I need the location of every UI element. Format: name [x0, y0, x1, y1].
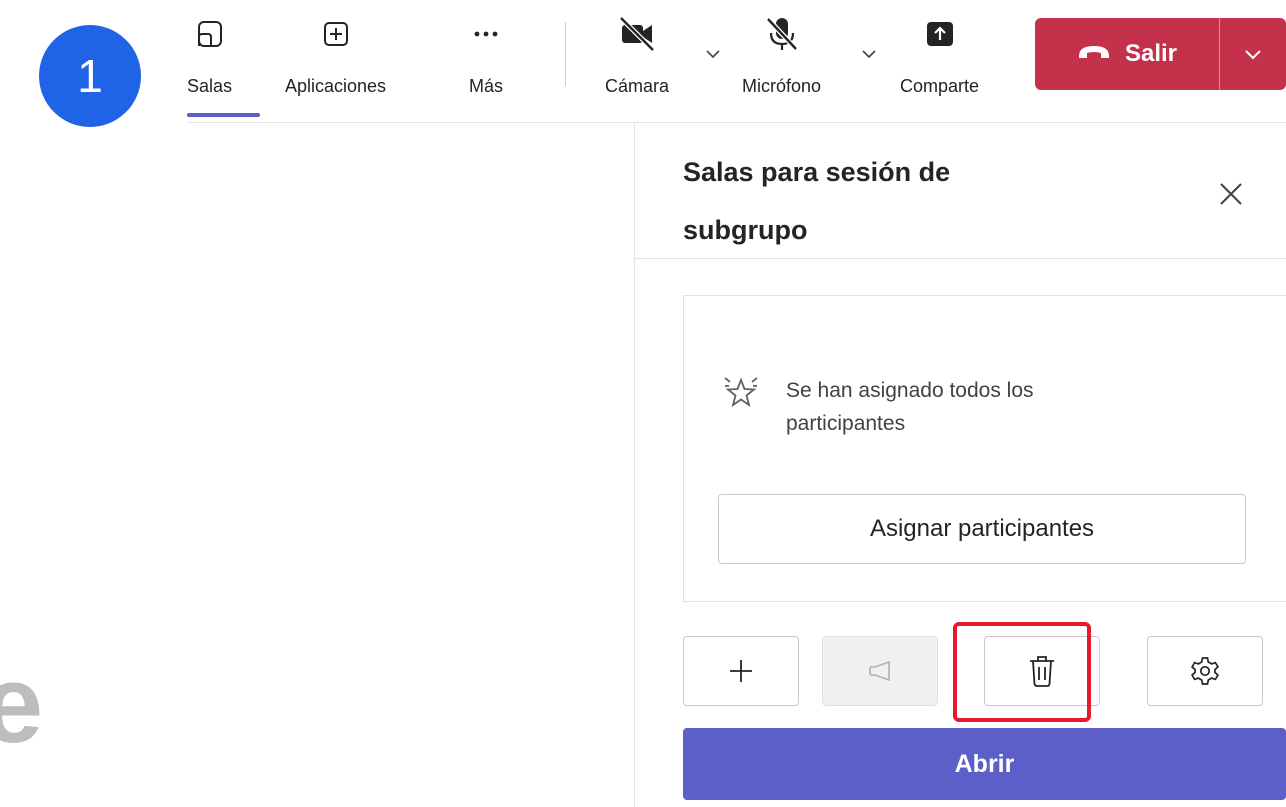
- open-rooms-button[interactable]: Abrir: [683, 728, 1286, 800]
- more-label: Más: [468, 76, 503, 96]
- leave-button[interactable]: Salir: [1035, 18, 1219, 90]
- apps-label: Aplicaciones: [285, 76, 387, 96]
- share-button[interactable]: Comparte: [900, 10, 979, 97]
- more-button[interactable]: Más: [466, 10, 506, 97]
- empty-state: Se han asignado todos los participantes: [722, 374, 1126, 440]
- panel-title-line1: Salas para sesión de: [683, 157, 951, 187]
- leave-button-group: Salir: [1035, 18, 1286, 90]
- share-label: Comparte: [900, 76, 980, 96]
- meeting-toolbar: Salas Aplicaciones Más Cámara Micrófono …: [187, 0, 1286, 123]
- settings-highlight-box: [953, 622, 1091, 722]
- announce-icon: [869, 660, 890, 682]
- mic-off-icon: [762, 10, 802, 58]
- leave-options-chevron-icon[interactable]: [1220, 18, 1286, 90]
- step-number-badge: 1: [39, 25, 141, 127]
- close-icon: [1220, 183, 1242, 205]
- panel-title-line2: subgrupo: [683, 215, 808, 245]
- active-tab-indicator: [187, 113, 260, 117]
- microphone-options-chevron-icon[interactable]: [859, 44, 879, 69]
- camera-label: Cámara: [605, 76, 670, 96]
- meeting-stage: [187, 123, 635, 807]
- close-panel-button[interactable]: [1215, 178, 1247, 210]
- rooms-label: Salas: [187, 76, 233, 96]
- camera-options-chevron-icon[interactable]: [703, 44, 723, 69]
- assignment-card: Se han asignado todos los participantes …: [683, 295, 1286, 602]
- phone-hangup-icon: [1077, 40, 1111, 68]
- microphone-label: Micrófono: [742, 76, 822, 96]
- add-room-button[interactable]: [683, 636, 799, 706]
- announce-button[interactable]: [822, 636, 938, 706]
- cropped-letter: e: [0, 650, 42, 760]
- empty-state-message: Se han asignado todos los participantes: [786, 379, 1034, 435]
- gear-icon: [1191, 657, 1219, 685]
- assign-participants-button[interactable]: Asignar participantes: [718, 494, 1246, 564]
- panel-header: Salas para sesión de subgrupo: [635, 123, 1286, 259]
- share-icon: [920, 10, 960, 58]
- apps-button[interactable]: Aplicaciones: [285, 10, 386, 97]
- sparkle-icon: [722, 374, 760, 417]
- room-settings-button[interactable]: [1147, 636, 1263, 706]
- leave-label: Salir: [1124, 40, 1178, 67]
- teams-meeting-window: Salas Aplicaciones Más Cámara Micrófono …: [187, 0, 1286, 807]
- panel-title: Salas para sesión de subgrupo: [683, 143, 1103, 259]
- more-icon: [466, 10, 506, 58]
- toolbar-divider: [565, 22, 566, 86]
- camera-off-icon: [617, 10, 657, 58]
- rooms-icon: [190, 10, 230, 58]
- camera-button[interactable]: Cámara: [605, 10, 669, 97]
- rooms-button[interactable]: Salas: [187, 10, 232, 97]
- microphone-button[interactable]: Micrófono: [742, 10, 821, 97]
- apps-icon: [316, 10, 356, 58]
- add-icon: [730, 660, 752, 682]
